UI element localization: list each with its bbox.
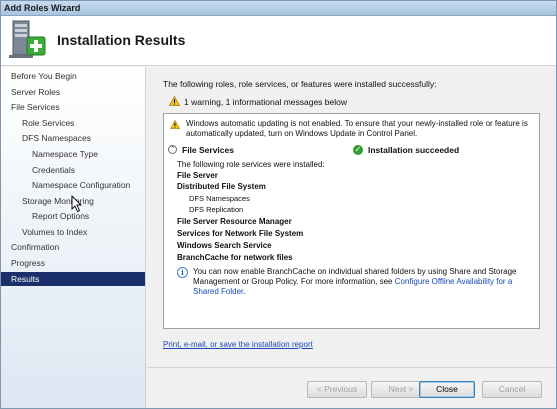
nav-item-storage-monitoring[interactable]: Storage Monitoring — [22, 194, 94, 208]
mouse-pointer-icon — [71, 195, 83, 213]
results-panel[interactable]: Windows automatic updating is not enable… — [163, 113, 540, 329]
results-content: The following roles, role services, or f… — [147, 67, 556, 367]
nav-item-namespace-type[interactable]: Namespace Type — [32, 147, 98, 161]
role-dfs-replication: DFS Replication — [189, 205, 244, 214]
add-roles-wizard-window: Add Roles Wizard Installation Results Be… — [0, 0, 557, 409]
info-icon: i — [177, 267, 188, 278]
role-windows-search: Windows Search Service — [177, 241, 272, 250]
section-label: File Services — [182, 145, 234, 155]
server-roles-icon — [9, 20, 46, 58]
intro-text: The following roles, role services, or f… — [163, 79, 437, 89]
wizard-footer: < Previous Next > Close Cancel — [147, 367, 556, 408]
nav-item-confirmation[interactable]: Confirmation — [11, 240, 59, 254]
nav-item-role-services[interactable]: Role Services — [22, 116, 74, 130]
role-dfs-namespaces: DFS Namespaces — [189, 194, 250, 203]
nav-item-results[interactable]: Results — [1, 272, 145, 286]
nav-item-progress[interactable]: Progress — [11, 256, 45, 270]
install-status: Installation succeeded — [368, 145, 460, 155]
nav-item-server-roles[interactable]: Server Roles — [11, 85, 60, 99]
cancel-button[interactable]: Cancel — [482, 381, 542, 398]
collapse-chevron-icon[interactable]: ⌃ — [168, 145, 177, 154]
nav-item-namespace-configuration[interactable]: Namespace Configuration — [32, 178, 130, 192]
role-file-server: File Server — [177, 171, 218, 180]
info-text-end: . — [243, 287, 246, 296]
nav-item-before-you-begin[interactable]: Before You Begin — [11, 69, 77, 83]
branchcache-info-text: You can now enable BranchCache on indivi… — [193, 267, 533, 297]
role-branchcache: BranchCache for network files — [177, 253, 293, 262]
nav-item-dfs-namespaces[interactable]: DFS Namespaces — [22, 131, 91, 145]
role-fsrm: File Server Resource Manager — [177, 217, 292, 226]
nav-item-credentials[interactable]: Credentials — [32, 163, 75, 177]
warning-icon — [169, 96, 180, 106]
warning-message-text: Windows automatic updating is not enable… — [186, 119, 528, 138]
success-check-icon: ✓ — [353, 145, 363, 155]
role-nfs-services: Services for Network File System — [177, 229, 304, 238]
roles-intro-text: The following role services were install… — [177, 160, 325, 169]
window-title: Add Roles Wizard — [4, 3, 81, 13]
warning-icon — [170, 120, 180, 129]
nav-item-volumes-to-index[interactable]: Volumes to Index — [22, 225, 87, 239]
title-bar[interactable]: Add Roles Wizard — [1, 1, 556, 16]
wizard-header: Installation Results — [1, 16, 556, 66]
role-distributed-file-system: Distributed File System — [177, 182, 266, 191]
previous-button[interactable]: < Previous — [307, 381, 367, 398]
warning-summary-text: 1 warning, 1 informational messages belo… — [184, 97, 348, 107]
nav-item-file-services[interactable]: File Services — [11, 100, 60, 114]
wizard-nav-sidebar: Before You Begin Server Roles File Servi… — [1, 67, 146, 408]
close-button[interactable]: Close — [419, 381, 475, 398]
page-title: Installation Results — [57, 32, 186, 48]
installation-report-link[interactable]: Print, e-mail, or save the installation … — [163, 340, 313, 349]
file-services-section-header: ⌃ File Services ✓ Installation succeeded — [168, 145, 536, 157]
